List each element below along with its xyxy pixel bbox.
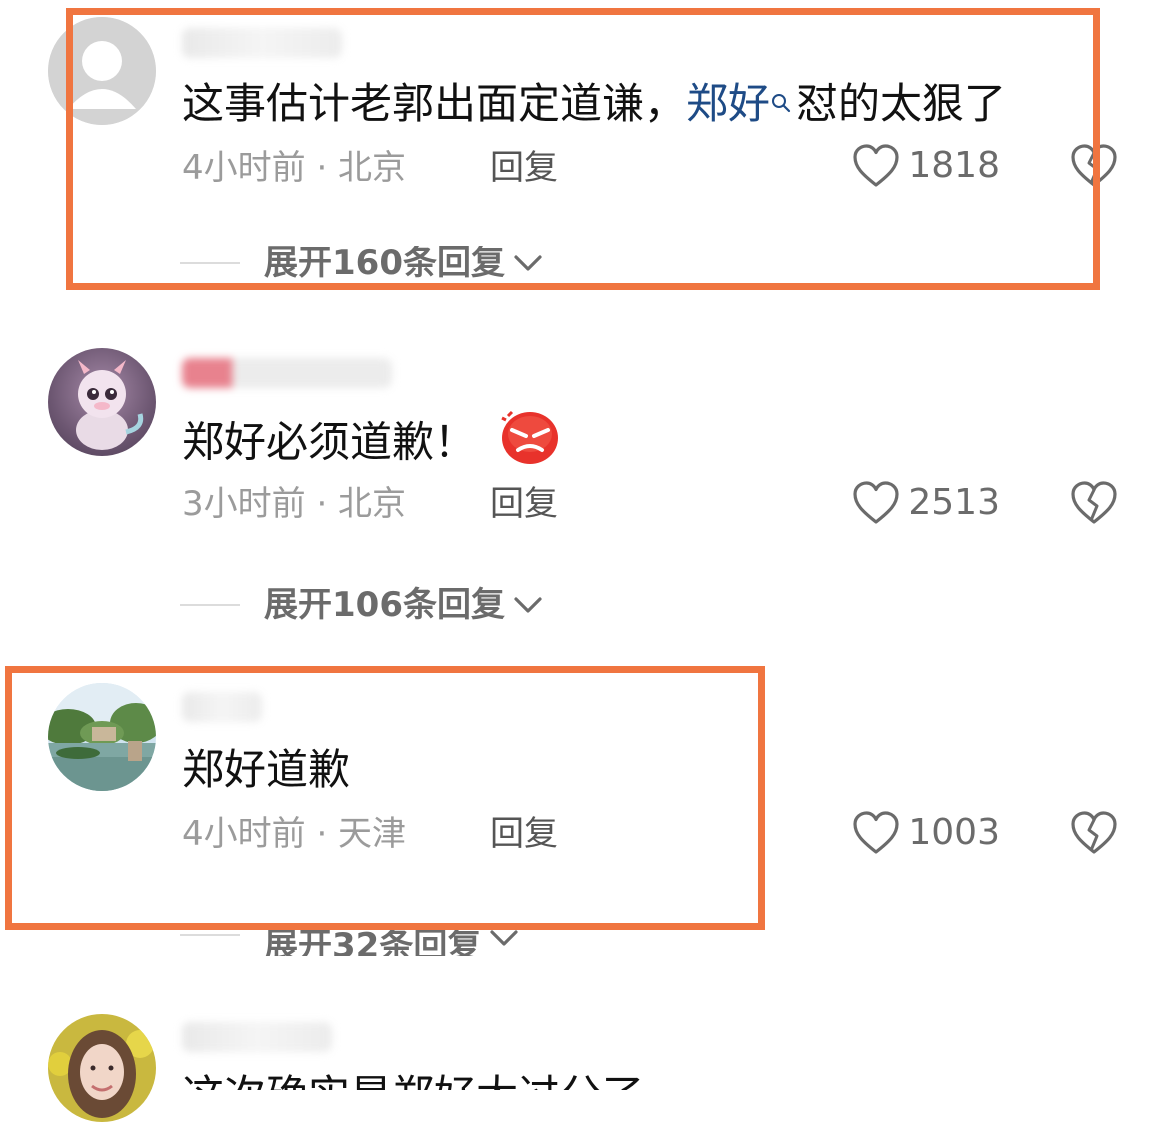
comment-text: 这事估计老郭出面定道谦，郑好 怼的太狠了 bbox=[182, 76, 1006, 132]
search-icon[interactable] bbox=[770, 72, 792, 128]
dislike-button[interactable] bbox=[1070, 143, 1118, 193]
comment-text-content: 郑好必须道歉！ bbox=[182, 417, 477, 467]
garden-avatar-icon bbox=[48, 683, 156, 791]
avatar-woman[interactable] bbox=[48, 1014, 156, 1122]
like-button[interactable]: 2513 bbox=[852, 480, 1000, 526]
comment-text: 郑好必须道歉！ bbox=[182, 410, 560, 480]
heart-outline-icon bbox=[853, 811, 899, 854]
username-blurred[interactable] bbox=[182, 358, 392, 388]
comment-meta: 3小时前 · 北京 bbox=[182, 484, 407, 524]
chevron-down-icon bbox=[490, 930, 518, 946]
expand-replies-label: 展开160条回复 bbox=[264, 246, 505, 280]
like-button[interactable]: 1818 bbox=[852, 143, 1000, 189]
search-link[interactable]: 郑好 bbox=[686, 79, 770, 128]
reply-button[interactable]: 回复 bbox=[490, 482, 558, 526]
avatar-garden[interactable] bbox=[48, 683, 156, 791]
dislike-button[interactable] bbox=[1070, 810, 1118, 860]
username-blurred[interactable] bbox=[182, 692, 262, 722]
dragon-avatar-icon bbox=[76, 360, 144, 450]
comment-meta: 4小时前 · 北京 bbox=[182, 148, 407, 188]
avatar-default[interactable] bbox=[48, 17, 156, 125]
chevron-down-icon bbox=[514, 597, 542, 613]
reply-button[interactable]: 回复 bbox=[490, 146, 558, 190]
avatar-dragon[interactable] bbox=[48, 348, 156, 456]
comment-text: 这次确实是郑好太过分了 bbox=[182, 1068, 644, 1090]
divider-line bbox=[180, 262, 240, 264]
username-blurred[interactable] bbox=[182, 28, 342, 58]
expand-replies-button[interactable]: 展开160条回复 bbox=[180, 246, 545, 280]
like-count: 1818 bbox=[908, 145, 1000, 186]
divider-line bbox=[180, 604, 240, 606]
like-count: 1003 bbox=[908, 812, 1000, 853]
comment-meta: 4小时前 · 天津 bbox=[182, 814, 407, 854]
reply-button[interactable]: 回复 bbox=[490, 812, 558, 856]
heart-outline-icon bbox=[853, 144, 899, 187]
broken-heart-icon bbox=[1071, 144, 1117, 187]
woman-avatar-icon bbox=[48, 1014, 156, 1122]
heart-outline-icon bbox=[853, 481, 899, 524]
username-blurred[interactable] bbox=[182, 1022, 332, 1052]
expand-replies-label: 展开32条回复 bbox=[264, 926, 482, 956]
angry-face-emoji bbox=[500, 410, 560, 480]
like-count: 2513 bbox=[908, 482, 1000, 523]
expand-replies-label: 展开106条回复 bbox=[264, 585, 505, 625]
comment-text-after: 怼的太狠了 bbox=[796, 79, 1007, 128]
comment-text: 郑好道歉 bbox=[182, 745, 351, 794]
expand-replies-button[interactable]: 展开32条回复 bbox=[180, 924, 521, 956]
expand-replies-button[interactable]: 展开106条回复 bbox=[180, 583, 545, 627]
divider-line bbox=[180, 934, 240, 936]
chevron-down-icon bbox=[514, 255, 542, 271]
dislike-button[interactable] bbox=[1070, 480, 1118, 530]
comment-text-before: 这事估计老郭出面定道谦， bbox=[182, 79, 687, 128]
default-user-icon bbox=[48, 17, 156, 125]
like-button[interactable]: 1003 bbox=[852, 810, 1000, 856]
broken-heart-icon bbox=[1071, 811, 1117, 854]
broken-heart-icon bbox=[1071, 481, 1117, 524]
